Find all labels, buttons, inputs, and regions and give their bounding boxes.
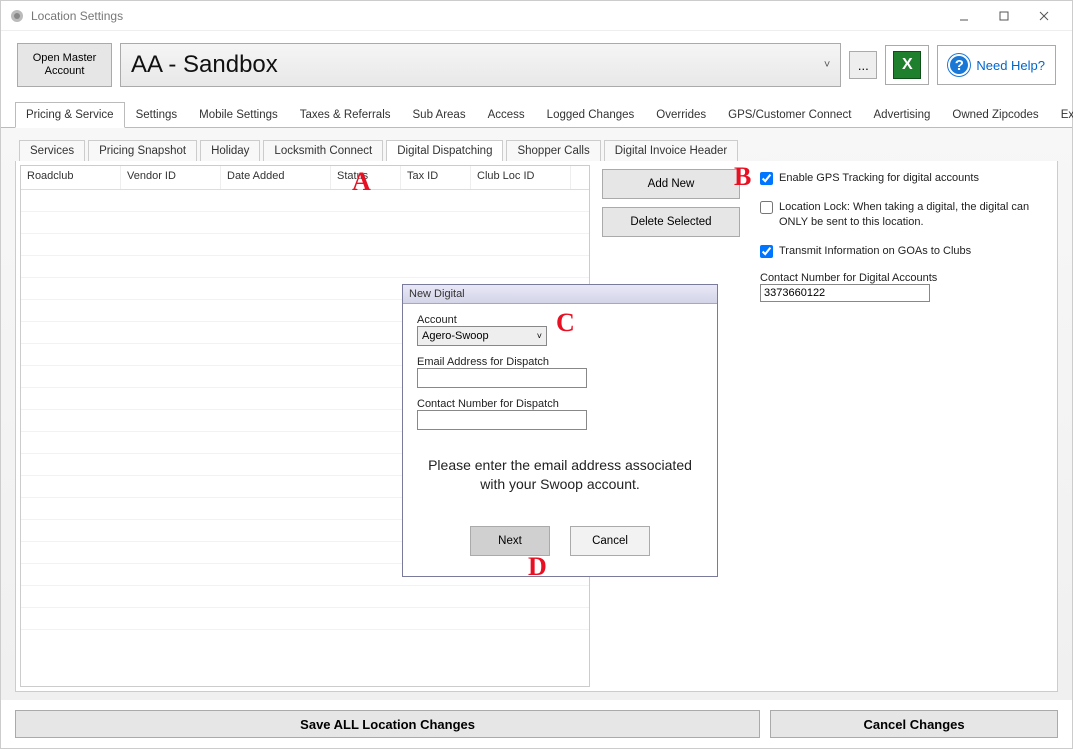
sub-tab-digital-dispatching[interactable]: Digital Dispatching [386, 140, 503, 161]
titlebar: Location Settings [1, 1, 1072, 31]
main-tab-advertising[interactable]: Advertising [863, 102, 942, 128]
chevron-down-icon: ˅ [537, 331, 542, 341]
column-header[interactable]: Status [331, 166, 401, 189]
bottom-action-bar: Save ALL Location Changes Cancel Changes [1, 700, 1072, 748]
chevron-down-icon: ˅ [824, 59, 830, 71]
table-row[interactable] [21, 212, 589, 234]
main-tab-access[interactable]: Access [477, 102, 536, 128]
transmit-goa-checkbox[interactable] [760, 245, 773, 258]
table-row[interactable] [21, 190, 589, 212]
account-select[interactable]: Agero-Swoop ˅ [417, 326, 547, 346]
main-tab-external-integrations[interactable]: External Integrations [1050, 102, 1073, 128]
excel-icon: X [893, 51, 921, 79]
account-label: Account [417, 314, 703, 326]
dispatch-contact-input[interactable] [417, 410, 587, 430]
grid-header: RoadclubVendor IDDate AddedStatusTax IDC… [21, 166, 589, 190]
main-tab-mobile-settings[interactable]: Mobile Settings [188, 102, 289, 128]
location-lock-label: Location Lock: When taking a digital, th… [779, 200, 1045, 230]
main-tab-overrides[interactable]: Overrides [645, 102, 717, 128]
window-title: Location Settings [31, 9, 123, 23]
table-row[interactable] [21, 256, 589, 278]
main-tab-strip: Pricing & ServiceSettingsMobile Settings… [1, 95, 1072, 128]
cancel-button[interactable]: Cancel [570, 526, 650, 556]
help-label: Need Help? [976, 58, 1045, 73]
maximize-button[interactable] [984, 2, 1024, 30]
table-row[interactable] [21, 234, 589, 256]
dispatch-email-input[interactable] [417, 368, 587, 388]
table-row[interactable] [21, 586, 589, 608]
dispatch-contact-label: Contact Number for Dispatch [417, 398, 703, 410]
more-button[interactable]: ... [849, 51, 877, 79]
column-header[interactable]: Date Added [221, 166, 331, 189]
help-button[interactable]: ? Need Help? [937, 45, 1056, 85]
minimize-button[interactable] [944, 2, 984, 30]
main-tab-taxes-referrals[interactable]: Taxes & Referrals [289, 102, 402, 128]
column-header[interactable]: Tax ID [401, 166, 471, 189]
column-header[interactable]: Club Loc ID [471, 166, 571, 189]
next-button[interactable]: Next [470, 526, 550, 556]
enable-gps-label: Enable GPS Tracking for digital accounts [779, 171, 979, 186]
app-icon [9, 8, 25, 24]
sub-tab-services[interactable]: Services [19, 140, 85, 161]
dialog-title: New Digital [403, 285, 717, 304]
main-tab-owned-zipcodes[interactable]: Owned Zipcodes [941, 102, 1049, 128]
add-new-button[interactable]: Add New [602, 169, 740, 199]
contact-number-label: Contact Number for Digital Accounts [760, 272, 1045, 284]
location-lock-checkbox[interactable] [760, 201, 773, 214]
main-tab-gps-customer-connect[interactable]: GPS/Customer Connect [717, 102, 862, 128]
dispatch-email-label: Email Address for Dispatch [417, 356, 703, 368]
main-tab-sub-areas[interactable]: Sub Areas [402, 102, 477, 128]
export-excel-button[interactable]: X [885, 45, 929, 85]
cancel-changes-button[interactable]: Cancel Changes [770, 710, 1058, 738]
transmit-goa-label: Transmit Information on GOAs to Clubs [779, 244, 971, 259]
account-select-value: Agero-Swoop [422, 330, 489, 342]
sub-tab-holiday[interactable]: Holiday [200, 140, 260, 161]
contact-number-input[interactable] [760, 284, 930, 302]
toolbar: Open Master Account AA - Sandbox ˅ ... X… [1, 31, 1072, 95]
main-tab-settings[interactable]: Settings [125, 102, 189, 128]
digital-settings-panel: Enable GPS Tracking for digital accounts… [752, 165, 1053, 687]
account-selector[interactable]: AA - Sandbox ˅ [120, 43, 841, 87]
close-button[interactable] [1024, 2, 1064, 30]
sub-tab-pricing-snapshot[interactable]: Pricing Snapshot [88, 140, 197, 161]
open-master-account-button[interactable]: Open Master Account [17, 43, 112, 87]
help-icon: ? [948, 54, 970, 76]
save-all-button[interactable]: Save ALL Location Changes [15, 710, 760, 738]
enable-gps-checkbox[interactable] [760, 172, 773, 185]
sub-tab-strip: ServicesPricing SnapshotHolidayLocksmith… [15, 136, 1058, 161]
new-digital-dialog: New Digital Account Agero-Swoop ˅ Email … [402, 284, 718, 577]
main-tab-logged-changes[interactable]: Logged Changes [536, 102, 646, 128]
delete-selected-button[interactable]: Delete Selected [602, 207, 740, 237]
column-header[interactable]: Vendor ID [121, 166, 221, 189]
main-tab-pricing-service[interactable]: Pricing & Service [15, 102, 125, 128]
table-row[interactable] [21, 608, 589, 630]
dialog-message: Please enter the email address associate… [417, 440, 703, 502]
column-header[interactable]: Roadclub [21, 166, 121, 189]
sub-tab-digital-invoice-header[interactable]: Digital Invoice Header [604, 140, 739, 161]
sub-tab-shopper-calls[interactable]: Shopper Calls [506, 140, 600, 161]
account-name: AA - Sandbox [131, 51, 278, 79]
sub-tab-locksmith-connect[interactable]: Locksmith Connect [263, 140, 383, 161]
